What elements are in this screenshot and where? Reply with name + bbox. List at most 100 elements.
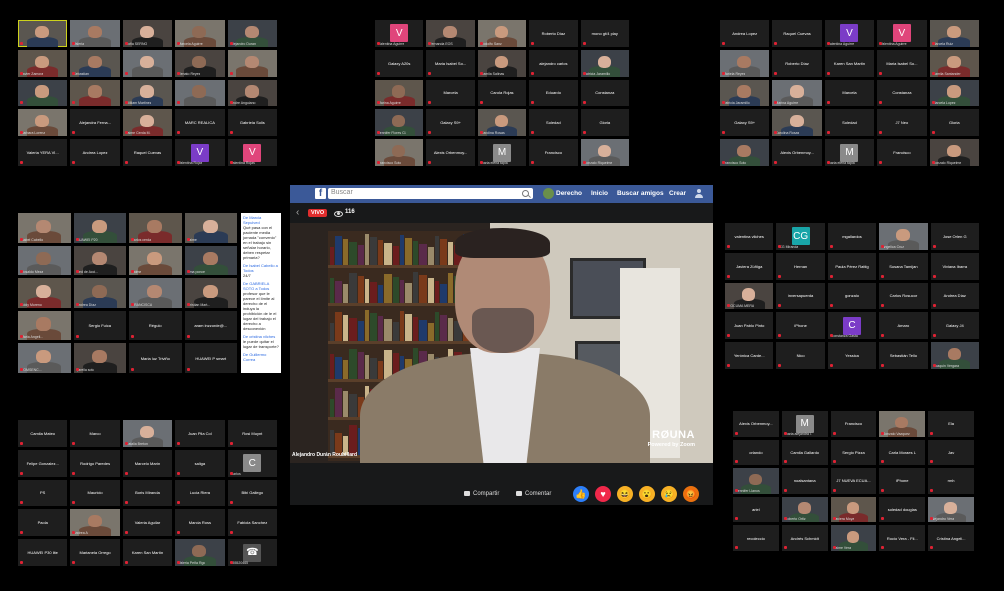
participant-tile[interactable]: HUAWEI P30 lite (18, 539, 68, 566)
participant-tile[interactable] (70, 79, 120, 107)
participant-tile[interactable]: Rocío Vera - Fli... (879, 525, 926, 551)
participant-tile[interactable]: Mmaria alejandra l. (781, 411, 828, 437)
participant-tile[interactable]: Gonzalo Riquelme (929, 139, 979, 166)
participant-tile[interactable]: Rosi Muynt (227, 420, 277, 447)
participant-tile[interactable]: Jaime Vera (830, 525, 877, 551)
participant-tile[interactable]: rmh (928, 468, 974, 494)
participant-tile[interactable]: Felipe Gonzalez... (18, 449, 68, 477)
participant-tile[interactable]: Galaxy J4 (930, 312, 979, 340)
participant-tile[interactable]: Andrea Díaz (930, 282, 979, 310)
search-icon[interactable] (522, 190, 529, 197)
participant-tile[interactable]: Galaxy S9+ (720, 109, 770, 137)
participant-tile[interactable]: mono gt/4 play (580, 20, 629, 47)
profile-avatar[interactable] (543, 188, 554, 199)
participant-tile[interactable]: Javier Zamora (18, 49, 68, 77)
participant-tile[interactable]: Alexis Orbenmoy... (772, 139, 822, 166)
participant-tile[interactable]: Carola Rojas (477, 79, 527, 107)
participant-tile[interactable]: FRANCISCA (129, 278, 182, 308)
participant-tile[interactable]: Francisco (830, 411, 877, 437)
nav-find-friends[interactable]: Buscar amigos (617, 190, 664, 197)
participant-tile[interactable]: Carolina Rosas (772, 109, 822, 137)
participant-tile[interactable]: Andrea A (70, 509, 120, 537)
participant-tile[interactable]: Amaro (879, 312, 928, 340)
participant-tile[interactable]: Gonzalo Vazquez (879, 411, 926, 437)
participant-tile[interactable]: valentina vilches (725, 223, 774, 250)
participant-tile[interactable]: Paola (18, 509, 68, 537)
participant-tile[interactable]: inversapuerda (776, 282, 825, 310)
participant-tile[interactable]: Roberto Ortiz (781, 496, 828, 523)
participant-tile[interactable]: V Valentina Rojas (227, 139, 277, 166)
participant-tile[interactable]: Francisco (529, 139, 578, 166)
live-video[interactable]: Alejandro Durán Roubillard RØUNA Powered… (290, 223, 713, 463)
participant-tile[interactable]: Roberto Díaz (772, 49, 822, 77)
participant-tile[interactable]: Francisco Soto (720, 139, 770, 166)
participant-tile[interactable]: PS (18, 479, 68, 507)
comment-button[interactable]: Comentar (516, 491, 551, 497)
participant-tile[interactable]: Andrea Lopez (720, 20, 770, 47)
participant-tile[interactable]: YOCUMA MERA (725, 282, 774, 310)
participant-tile[interactable]: Alejandra Ferna... (70, 109, 120, 137)
participant-tile[interactable]: Sofia SERNO (122, 20, 173, 47)
participant-tile[interactable]: mgallardos (827, 223, 877, 250)
participant-tile[interactable]: Marco (70, 420, 120, 447)
participant-tile[interactable]: Soledad (824, 109, 875, 137)
participant-tile[interactable]: Cristina Angeli... (928, 525, 974, 551)
participant-tile[interactable]: YOMSENC... (18, 343, 71, 373)
participant-tile[interactable]: Juan Pablo Pinto (725, 312, 774, 340)
participant-tile[interactable]: gonzalo (827, 282, 877, 310)
participant-tile[interactable]: Maria Isabel So... (877, 49, 927, 77)
share-button[interactable]: Compartir (464, 491, 499, 497)
participant-tile[interactable]: Alejandro Vera (928, 496, 974, 523)
participant-tile[interactable]: Gloria (580, 109, 629, 137)
participant-tile[interactable]: Rodolfo Sanz (477, 20, 527, 47)
participant-tile[interactable]: Karen San Martin (824, 49, 875, 77)
participant-tile[interactable]: iPhone (776, 312, 825, 340)
participant-tile[interactable]: Mmaria elena tapia (824, 139, 875, 166)
participant-tile[interactable]: Alejandro Duran (227, 20, 277, 47)
participant-tile[interactable]: Francisco Soto (375, 139, 424, 166)
participant-tile[interactable]: Irma ponce (184, 245, 237, 276)
participant-tile[interactable]: Maria Angeli... (18, 310, 71, 341)
participant-tile[interactable]: Valeria (70, 20, 120, 47)
participant-tile[interactable]: Carolina Rosas (477, 109, 527, 137)
participant-tile[interactable]: Jaime (184, 213, 237, 243)
participant-tile[interactable]: Jennifer Flores Cl. (375, 109, 424, 137)
like-reaction-icon[interactable]: 👍 (573, 486, 589, 502)
participant-tile[interactable]: Ela (928, 411, 974, 437)
participant-tile[interactable]: HUAWEI P smart (184, 343, 237, 373)
haha-reaction-icon[interactable]: 😆 (617, 486, 633, 502)
participant-tile[interactable]: Rosaldo Meza (18, 245, 71, 276)
participant-tile[interactable] (122, 49, 173, 77)
participant-tile[interactable]: Yessica (827, 342, 877, 369)
participant-tile[interactable]: Fernanda EOS (426, 20, 475, 47)
participant-tile[interactable]: aram inzzorde@... (184, 310, 237, 341)
participant-tile[interactable]: Gabriela Solis (227, 109, 277, 137)
participant-tile[interactable]: Boris Miranda (122, 479, 173, 507)
participant-tile[interactable]: Andre Anguiano (227, 79, 277, 107)
participant-tile[interactable]: Yerónica Carde... (725, 342, 774, 369)
participant-tile[interactable]: Raquel Cuevas (122, 139, 173, 166)
participant-tile[interactable]: Constanza (877, 79, 927, 107)
back-arrow-icon[interactable]: ‹ (296, 207, 299, 218)
participant-tile[interactable]: Marina Aguirre (375, 79, 424, 107)
participant-tile[interactable]: Marcela Ruiz (929, 20, 979, 47)
participant-tile[interactable]: Rodrigo Paredes (70, 449, 120, 477)
participant-tile[interactable]: Jennifer Llanos (733, 468, 779, 494)
participant-tile[interactable]: Galaxy S9+ (426, 109, 475, 137)
participant-tile[interactable]: Maria Isabel So... (426, 49, 475, 77)
participant-tile[interactable]: Soledad (529, 109, 578, 137)
participant-tile[interactable]: V Valentina Rojas (175, 139, 225, 166)
participant-tile[interactable]: C Constanza Gasta (827, 312, 877, 340)
participant-tile[interactable]: Sebastián Tello (879, 342, 928, 369)
participant-tile[interactable]: J7 NUEVA ECUA... (830, 468, 877, 494)
participant-tile[interactable]: Régulo (129, 310, 182, 341)
participant-tile[interactable]: Carlos Rosucor (879, 282, 928, 310)
participant-tile[interactable]: Camila Santander (929, 49, 979, 77)
participant-tile[interactable]: Karen San Martín (122, 539, 173, 566)
participant-tile[interactable]: C Carlos (227, 449, 277, 477)
search-input[interactable]: Buscar (328, 188, 533, 199)
participant-tile[interactable]: ariel (733, 496, 779, 523)
participant-tile[interactable]: Camila Gallardo (781, 439, 828, 466)
participant-tile[interactable]: Renato Reyes (175, 49, 225, 77)
participant-tile[interactable]: Maria luz Triviño (129, 343, 182, 373)
